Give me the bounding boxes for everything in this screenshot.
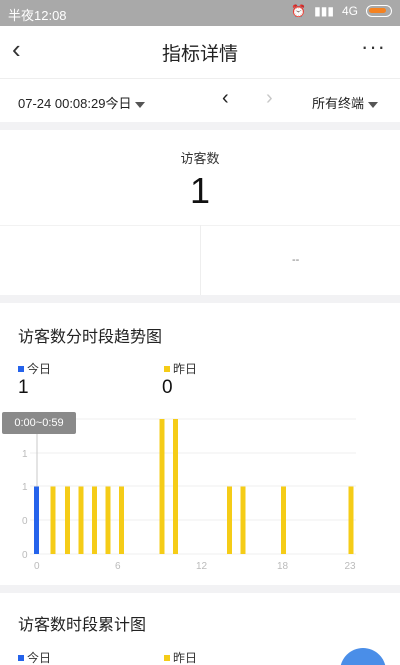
x-tick-label: 23	[345, 561, 357, 572]
signal-icon: ▮▮▮	[314, 4, 334, 18]
legend-swatch	[164, 654, 170, 661]
chart-tooltip: 0:00~0:59	[2, 412, 76, 434]
status-time: 半夜12:08	[8, 8, 67, 23]
next-day-icon[interactable]: ›	[266, 87, 273, 110]
more-icon[interactable]: ···	[361, 34, 386, 60]
prev-day-icon[interactable]: ‹	[222, 87, 229, 110]
legend-today: 今日	[18, 649, 51, 665]
legend-yesterday: 昨日	[164, 649, 197, 665]
filter-bar: 07-24 00:08:29今日 ‹ › 所有终端	[0, 78, 400, 122]
metric-value: 1	[189, 170, 211, 211]
y-tick-label: 0	[22, 550, 28, 561]
battery-icon	[366, 5, 392, 17]
bar-yesterday	[50, 486, 56, 554]
compare-value: --	[292, 254, 300, 266]
alarm-icon: ⏰	[291, 4, 307, 18]
legend-label: 昨日	[173, 651, 198, 665]
y-tick-label: 0	[22, 516, 28, 527]
y-tick-label: 1	[22, 482, 28, 493]
date-selector[interactable]: 07-24 00:08:29今日	[18, 93, 146, 112]
bar-yesterday	[348, 486, 354, 554]
bar-yesterday	[227, 486, 232, 554]
bar-yesterday	[78, 486, 84, 554]
terminal-label: 所有终端	[311, 96, 364, 111]
terminal-selector[interactable]: 所有终端	[312, 93, 378, 112]
nav-bar: ‹ 指标详情 ···	[0, 26, 400, 78]
trend-card: 访客数分时段趋势图 今日 昨日 1 0 0011106121823 0:00~0…	[0, 303, 400, 585]
page-title: 指标详情	[161, 44, 238, 65]
y-tick-label: 1	[22, 449, 28, 460]
bar-yesterday	[240, 486, 246, 554]
cumulative-card: 访客数时段累计图 今日 昨日	[0, 593, 400, 665]
bar-yesterday	[173, 419, 178, 554]
legend-swatch	[18, 654, 24, 661]
caret-down-icon	[135, 101, 146, 108]
bar-yesterday	[65, 486, 70, 554]
bar-yesterday	[119, 486, 124, 554]
status-bar: 半夜12:08 ⏰ ▮▮▮ 4G	[0, 0, 400, 26]
legend-label: 今日	[27, 651, 52, 665]
network-label: 4G	[341, 4, 358, 18]
date-label: 07-24 00:08:29今日	[18, 96, 132, 111]
cumulative-title: 访客数时段累计图	[18, 617, 147, 634]
bar-today	[34, 486, 39, 554]
x-tick-label: 0	[34, 561, 40, 572]
status-icons: ⏰ ▮▮▮ 4G	[291, 4, 392, 18]
divider	[200, 225, 201, 295]
x-tick-label: 12	[196, 561, 208, 572]
caret-down-icon	[368, 101, 378, 108]
bar-yesterday	[159, 419, 165, 554]
metric-label: 访客数	[180, 151, 220, 166]
x-tick-label: 6	[115, 561, 121, 572]
trend-chart[interactable]: 0011106121823	[0, 303, 400, 585]
bar-yesterday	[281, 486, 286, 554]
bar-yesterday	[105, 486, 111, 554]
x-tick-label: 18	[277, 561, 289, 572]
bar-yesterday	[92, 486, 97, 554]
summary-card: 访客数 1 --	[0, 130, 400, 295]
